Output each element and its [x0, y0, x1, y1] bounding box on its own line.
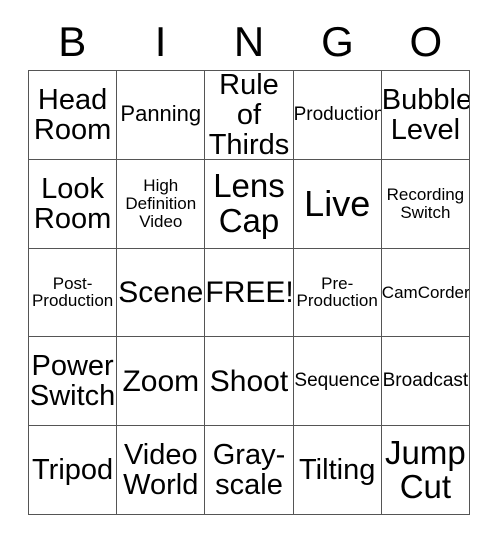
bingo-card: B I N G O Head Room Panning Rule of Thir…: [0, 0, 500, 544]
bingo-cell-label: Production: [293, 104, 382, 126]
bingo-cell[interactable]: Live: [293, 159, 382, 249]
bingo-cell[interactable]: Video World: [117, 426, 206, 515]
bingo-cell-label: Bubble- Level: [381, 83, 469, 146]
bingo-cell[interactable]: Panning: [117, 71, 206, 160]
bingo-cell-free-space[interactable]: FREE!: [205, 248, 294, 338]
bingo-header-letter-o: O: [409, 18, 443, 65]
bingo-cell[interactable]: Recording Switch: [381, 159, 470, 249]
bingo-cell-label: Head Room: [33, 83, 112, 146]
bingo-cell-label: FREE!: [205, 275, 294, 309]
bingo-cell-label: Panning: [120, 101, 202, 127]
bingo-cell-label: Power Switch: [29, 350, 116, 413]
bingo-cell[interactable]: Production: [293, 71, 382, 160]
bingo-cell-label: Sequence: [294, 370, 380, 392]
bingo-cell[interactable]: Tilting: [293, 426, 382, 515]
bingo-cell-label: Live: [304, 182, 371, 224]
bingo-cell[interactable]: Tripod: [29, 426, 118, 515]
bingo-cell[interactable]: High Definition Video: [117, 159, 206, 249]
bingo-cell-label: Jump Cut: [385, 433, 466, 506]
bingo-cell[interactable]: Look Room: [29, 159, 118, 249]
bingo-cell-label: Video World: [123, 438, 199, 502]
bingo-cell[interactable]: Lens Cap: [205, 159, 294, 249]
bingo-header-letter-g: G: [321, 18, 354, 65]
bingo-cell-label: Look Room: [33, 172, 112, 235]
bingo-cell-label: Tilting: [299, 454, 376, 487]
bingo-cell-label: Zoom: [122, 364, 200, 398]
bingo-cell[interactable]: Zoom: [117, 337, 206, 427]
bingo-cell-label: Recording Switch: [386, 185, 465, 222]
bingo-header-letter-n: N: [233, 18, 265, 65]
bingo-cell-label: Scene: [118, 275, 204, 309]
bingo-cell[interactable]: Shoot: [205, 337, 294, 427]
bingo-cell[interactable]: Power Switch: [29, 337, 118, 427]
bingo-cell[interactable]: Post- Production: [29, 248, 118, 338]
bingo-cell-label: Broadcast: [382, 370, 469, 392]
bingo-cell[interactable]: Rule of Thirds: [205, 71, 294, 160]
bingo-cell-label: Tripod: [32, 454, 114, 487]
bingo-cell[interactable]: Scene: [117, 248, 206, 338]
bingo-header-letter-b: B: [58, 18, 87, 65]
bingo-cell[interactable]: Bubble- Level: [381, 71, 470, 160]
bingo-cell[interactable]: Jump Cut: [381, 426, 470, 515]
bingo-cell-label: Gray- scale: [212, 438, 286, 502]
bingo-cell-label: Pre- Production: [296, 273, 378, 311]
bingo-cell[interactable]: Head Room: [29, 71, 118, 160]
bingo-cell[interactable]: Pre- Production: [293, 248, 382, 338]
bingo-grid: Head Room Panning Rule of Thirds Product…: [28, 70, 470, 515]
bingo-header-letter-i: I: [154, 18, 167, 65]
bingo-cell-label: Post- Production: [31, 273, 114, 311]
bingo-cell-label: CamCorder: [381, 282, 470, 302]
bingo-cell-label: Lens Cap: [213, 167, 285, 239]
bingo-cell[interactable]: Broadcast: [381, 337, 470, 427]
bingo-cell-label: Shoot: [209, 364, 289, 398]
bingo-cell-label: High Definition Video: [125, 176, 197, 231]
bingo-cell[interactable]: Sequence: [293, 337, 382, 427]
bingo-header-row: B I N G O: [28, 14, 470, 70]
bingo-cell-label: Rule of Thirds: [208, 71, 290, 160]
bingo-cell[interactable]: Gray- scale: [205, 426, 294, 515]
bingo-cell[interactable]: CamCorder: [381, 248, 470, 338]
